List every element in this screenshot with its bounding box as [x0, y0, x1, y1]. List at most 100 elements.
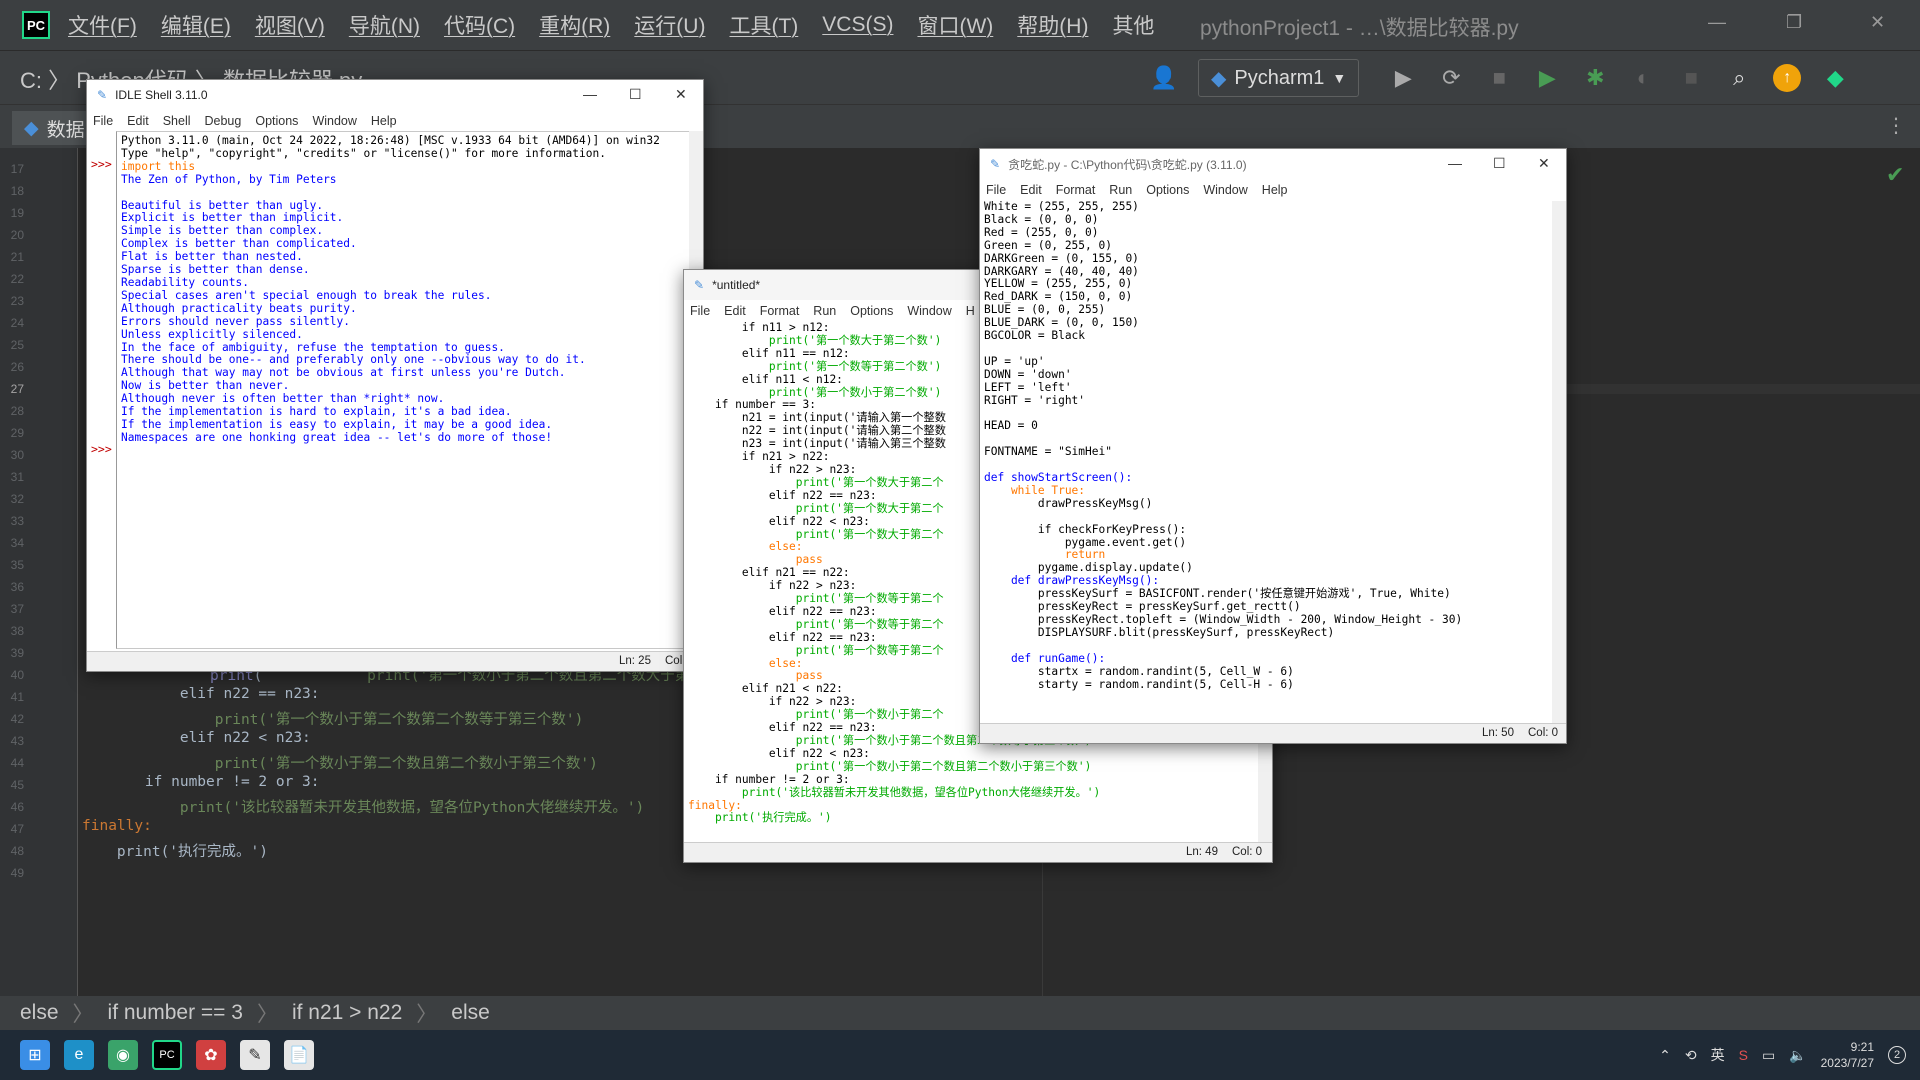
notification-badge[interactable]: 2	[1888, 1046, 1906, 1064]
menu-file[interactable]: 文件(F)	[68, 10, 137, 40]
shell-line: The Zen of Python, by Tim Peters	[121, 172, 337, 186]
menu-edit[interactable]: 编辑(E)	[161, 10, 231, 40]
snake-code[interactable]: White = (255, 255, 255) Black = (0, 0, 0)…	[980, 201, 1554, 723]
minimize-icon[interactable]: —	[1708, 12, 1726, 33]
close-icon[interactable]: ✕	[1538, 155, 1550, 172]
close-icon[interactable]: ✕	[675, 86, 687, 103]
windows-start-icon[interactable]: ⊞	[20, 1040, 50, 1070]
idle-file-icon[interactable]: 📄	[284, 1040, 314, 1070]
restore-icon[interactable]: ❐	[1786, 12, 1802, 33]
menu-format[interactable]: Format	[1056, 183, 1096, 197]
menu-code[interactable]: 代码(C)	[444, 10, 515, 40]
menu-format[interactable]: Format	[760, 304, 800, 318]
menu-run[interactable]: Run	[1109, 183, 1132, 197]
crumb-else[interactable]: else	[20, 1001, 59, 1025]
shell-line: Unless explicitly silenced.	[121, 327, 303, 341]
status-col: Col: 0	[1528, 727, 1559, 739]
menu-refactor[interactable]: 重构(R)	[539, 10, 610, 40]
line-number: 35	[10, 558, 24, 572]
sogou-icon[interactable]: S	[1739, 1047, 1748, 1063]
tab-file[interactable]: ◆ 数据	[12, 111, 97, 145]
idle-shell-titlebar[interactable]: ✎ IDLE Shell 3.11.0 — ☐ ✕	[87, 80, 703, 110]
pycharm-taskbar-icon[interactable]: PC	[152, 1040, 182, 1070]
menu-debug[interactable]: Debug	[205, 114, 242, 128]
menu-tools[interactable]: 工具(T)	[729, 10, 798, 40]
snake-scrollbar[interactable]	[1552, 201, 1566, 723]
shell-line: Readability counts.	[121, 275, 249, 289]
plugin-icon[interactable]: ◆	[1821, 64, 1849, 92]
minimize-icon[interactable]: —	[1448, 155, 1462, 171]
line-number: 21	[10, 250, 24, 264]
menu-navigate[interactable]: 导航(N)	[349, 10, 420, 40]
network-icon[interactable]: ▭	[1762, 1047, 1775, 1064]
menu-window[interactable]: Window	[312, 114, 356, 128]
run-icon[interactable]: ▶	[1389, 64, 1417, 92]
edge-icon[interactable]: e	[64, 1040, 94, 1070]
python-file-icon: ◆	[24, 117, 39, 139]
shell-output[interactable]: Python 3.11.0 (main, Oct 24 2022, 18:26:…	[116, 131, 691, 649]
coverage-icon[interactable]: ⟳	[1437, 64, 1465, 92]
menu-edit[interactable]: Edit	[127, 114, 149, 128]
update-icon[interactable]: ↑	[1773, 64, 1802, 92]
crumb-if-n21[interactable]: if n21 > n22	[292, 1001, 402, 1025]
volume-icon[interactable]: 🔈	[1789, 1047, 1806, 1064]
app-red-icon[interactable]: ✿	[196, 1040, 226, 1070]
menu-help[interactable]: H	[966, 304, 975, 318]
menu-options[interactable]: Options	[850, 304, 893, 318]
run-green-icon[interactable]: ▶	[1533, 64, 1561, 92]
menu-run[interactable]: Run	[813, 304, 836, 318]
menu-edit[interactable]: Edit	[724, 304, 746, 318]
menu-file[interactable]: File	[986, 183, 1006, 197]
line-number: 31	[10, 470, 24, 484]
menu-view[interactable]: 视图(V)	[255, 10, 325, 40]
more-icon[interactable]: ⋮	[1886, 113, 1906, 138]
menu-help[interactable]: Help	[371, 114, 397, 128]
shell-line: Special cases aren't special enough to b…	[121, 288, 492, 302]
code-line-47: finally:	[82, 818, 152, 834]
app-icon[interactable]: ◉	[108, 1040, 138, 1070]
ide-window-title: pythonProject1 - …\数据比较器.py	[1200, 17, 1519, 40]
stop-icon[interactable]: ■	[1485, 64, 1513, 92]
chevron-up-icon[interactable]: ⌃	[1659, 1047, 1671, 1064]
refresh-icon[interactable]: ⟲	[1685, 1047, 1697, 1064]
menu-options[interactable]: Options	[255, 114, 298, 128]
menu-window[interactable]: Window	[907, 304, 951, 318]
menu-file[interactable]: File	[690, 304, 710, 318]
menu-other[interactable]: 其他	[1112, 10, 1154, 40]
snake-titlebar[interactable]: ✎ 贪吃蛇.py - C:\Python代码\贪吃蛇.py (3.11.0) —…	[980, 149, 1566, 179]
status-col: Col: 0	[1232, 846, 1263, 858]
crumb-if-number[interactable]: if number == 3	[108, 1001, 243, 1025]
maximize-icon[interactable]: ☐	[629, 86, 642, 103]
menu-options[interactable]: Options	[1146, 183, 1189, 197]
crumb-else-2[interactable]: else	[451, 1001, 490, 1025]
menu-run[interactable]: 运行(U)	[634, 10, 705, 40]
idle-taskbar-icon[interactable]: ✎	[240, 1040, 270, 1070]
pycharm-logo-icon[interactable]: PC	[22, 11, 50, 39]
menu-help[interactable]: 帮助(H)	[1017, 10, 1088, 40]
code-line: print('第一个数小于第二个数且第二个数小于第三个数')	[688, 759, 1092, 773]
idle-shell-window[interactable]: ✎ IDLE Shell 3.11.0 — ☐ ✕ File Edit Shel…	[86, 79, 704, 672]
menu-window[interactable]: 窗口(W)	[917, 10, 993, 40]
clock[interactable]: 9:21 2023/7/27	[1821, 1039, 1874, 1071]
profile-icon[interactable]: ◐	[1629, 64, 1657, 92]
maximize-icon[interactable]: ☐	[1493, 155, 1506, 172]
search-icon[interactable]: ⌕	[1725, 64, 1753, 92]
line-number: 17	[10, 162, 24, 176]
snake-editor-window[interactable]: ✎ 贪吃蛇.py - C:\Python代码\贪吃蛇.py (3.11.0) —…	[979, 148, 1567, 744]
stop-gray-icon[interactable]: ■	[1677, 64, 1705, 92]
debug-icon[interactable]: ✱	[1581, 64, 1609, 92]
minimize-icon[interactable]: —	[583, 86, 597, 102]
code-line-42: print('第一个数小于第二个数第二个数等于第三个数')	[110, 712, 584, 728]
close-icon[interactable]: ✕	[1870, 12, 1885, 33]
user-icon[interactable]: 👤	[1150, 64, 1178, 92]
menu-vcs[interactable]: VCS(S)	[822, 13, 893, 37]
menu-help[interactable]: Help	[1262, 183, 1288, 197]
menu-file[interactable]: File	[93, 114, 113, 128]
menu-edit[interactable]: Edit	[1020, 183, 1042, 197]
idle-icon: ✎	[97, 88, 108, 102]
ime-indicator[interactable]: 英	[1711, 1045, 1725, 1065]
menu-shell[interactable]: Shell	[163, 114, 191, 128]
run-config-select[interactable]: ◆ Pycharm1 ▼	[1198, 59, 1360, 97]
menu-window[interactable]: Window	[1203, 183, 1247, 197]
